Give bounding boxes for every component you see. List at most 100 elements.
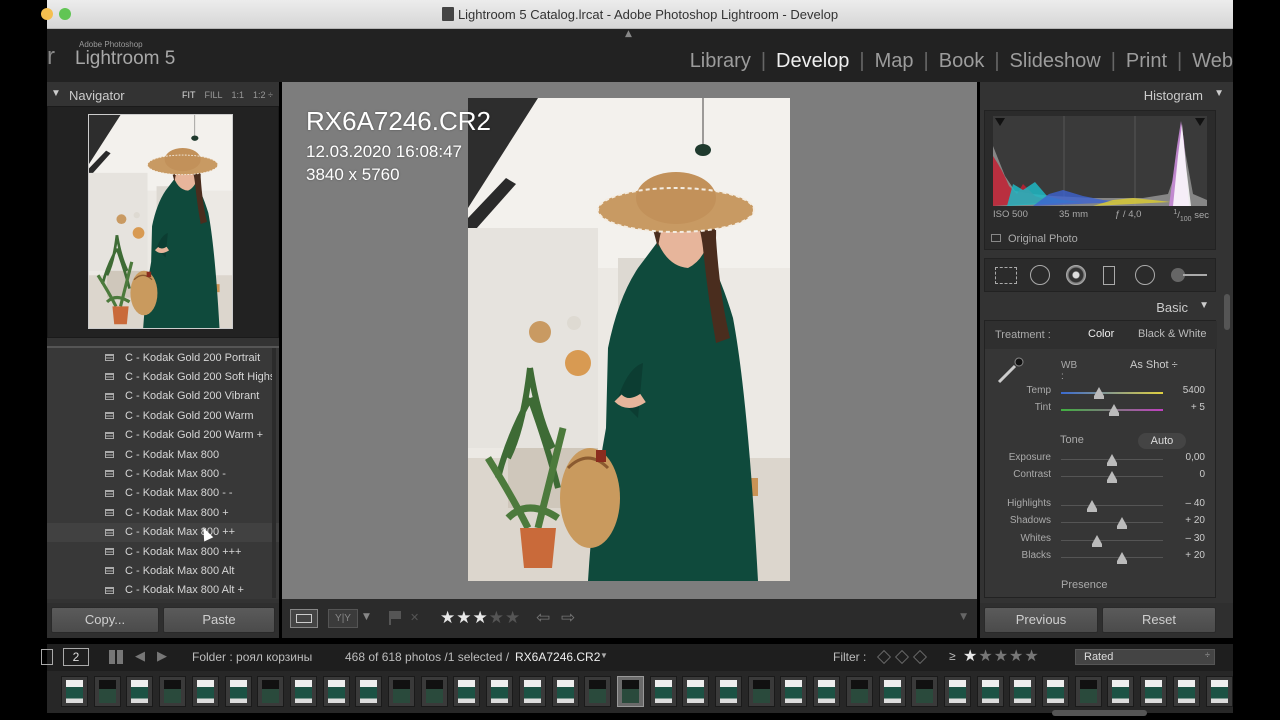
module-library[interactable]: Library <box>680 50 761 73</box>
preset-item[interactable]: C - Kodak Max 800 Alt + <box>47 581 279 599</box>
rating-filter-stars[interactable]: ★ ★ ★ ★ ★ <box>963 646 1039 666</box>
exposure-value[interactable]: 0,00 <box>1186 452 1205 463</box>
image-canvas[interactable]: RX6A7246.CR2 12.03.2020 16:08:47 3840 x … <box>282 82 977 599</box>
filmstrip-thumbnail[interactable] <box>1074 676 1102 707</box>
filmstrip-thumbnail[interactable] <box>388 676 415 707</box>
filmstrip-thumbnail[interactable] <box>943 676 971 707</box>
flag-pick-icon[interactable] <box>389 611 401 625</box>
filmstrip-thumbnail[interactable] <box>1172 676 1200 707</box>
rating-star-icon[interactable]: ★ <box>440 608 455 628</box>
filmstrip-thumbnail[interactable] <box>1009 676 1037 707</box>
wb-preset-select[interactable]: As Shot ÷ <box>1130 359 1210 371</box>
filmstrip-thumbnail[interactable] <box>649 676 677 707</box>
disclosure-triangle-icon[interactable]: ▼ <box>1199 300 1209 311</box>
primary-display-button[interactable] <box>41 649 53 665</box>
filmstrip-thumbnail[interactable] <box>584 676 612 707</box>
filter-star-icon[interactable]: ★ <box>1024 646 1038 666</box>
flag-filter-unflagged-icon[interactable] <box>894 649 910 665</box>
zoom-1-1[interactable]: 1:1 <box>232 90 245 100</box>
shadows-slider-thumb[interactable] <box>1117 517 1128 529</box>
rating-star-icon[interactable]: ★ <box>489 608 504 628</box>
filmstrip-thumbnail[interactable] <box>61 676 88 707</box>
filmstrip-thumbnail[interactable] <box>453 676 481 707</box>
filmstrip-thumbnail[interactable] <box>1140 676 1168 707</box>
filmstrip-thumbnail[interactable] <box>486 676 514 707</box>
blacks-value[interactable]: + 20 <box>1185 550 1205 561</box>
temp-slider[interactable] <box>1061 392 1163 394</box>
whites-value[interactable]: – 30 <box>1186 533 1205 544</box>
zoom-fill[interactable]: FILL <box>205 90 223 100</box>
exposure-slider-thumb[interactable] <box>1107 454 1117 466</box>
rating-star-icon[interactable]: ★ <box>473 608 488 628</box>
preset-item[interactable]: C - Kodak Gold 200 Vibrant <box>47 387 279 406</box>
module-web[interactable]: Web <box>1182 50 1233 73</box>
blacks-slider-thumb[interactable] <box>1117 552 1128 564</box>
zoom-1-2[interactable]: 1:2 ÷ <box>253 90 273 100</box>
flag-filter-pick-icon[interactable] <box>876 649 892 665</box>
blacks-slider[interactable] <box>1061 557 1163 558</box>
shadows-value[interactable]: + 20 <box>1185 515 1205 526</box>
navigator-thumbnail[interactable] <box>88 114 233 329</box>
radial-filter-icon[interactable] <box>1135 265 1155 285</box>
preset-scrollbar[interactable] <box>272 348 276 598</box>
rating-star-icon[interactable]: ★ <box>505 608 520 628</box>
original-photo-checkbox[interactable] <box>991 234 1001 242</box>
temp-slider-thumb[interactable] <box>1093 387 1104 399</box>
contrast-value[interactable]: 0 <box>1199 469 1205 480</box>
previous-button[interactable]: Previous <box>984 607 1098 633</box>
filmstrip-thumbnail[interactable] <box>1205 676 1233 707</box>
rated-select[interactable]: Rated ÷ <box>1075 649 1215 665</box>
filmstrip-thumbnail[interactable] <box>1107 676 1135 707</box>
rating-star-icon[interactable]: ★ <box>456 608 471 628</box>
preset-item[interactable]: C - Kodak Gold 200 Warm + <box>47 426 279 445</box>
preset-item[interactable]: C - Kodak Gold 200 Soft Highs <box>47 367 279 386</box>
disclosure-triangle-icon[interactable]: ▼ <box>51 88 61 99</box>
file-menu-icon[interactable]: ▼ <box>600 651 608 660</box>
main-photo[interactable] <box>468 98 790 581</box>
whites-slider-thumb[interactable] <box>1091 535 1102 547</box>
filmstrip-thumbnail[interactable] <box>682 676 710 707</box>
whites-slider[interactable] <box>1061 540 1163 541</box>
toolbar-menu-icon[interactable]: ▼ <box>960 612 967 622</box>
filmstrip-thumbnail[interactable] <box>518 676 546 707</box>
treatment-color-option[interactable]: Color <box>1088 328 1114 340</box>
module-map[interactable]: Map <box>865 50 924 73</box>
preset-item[interactable]: C - Kodak Max 800 + <box>47 503 279 522</box>
crop-overlay-icon[interactable] <box>995 267 1017 284</box>
navigator-header[interactable]: ▼ Navigator FIT FILL 1:1 1:2 ÷ <box>47 82 279 108</box>
filmstrip-thumbnail[interactable] <box>715 676 742 707</box>
paste-button[interactable]: Paste <box>163 607 275 633</box>
current-file-label[interactable]: RX6A7246.CR2 <box>515 650 600 664</box>
copy-button[interactable]: Copy... <box>51 607 159 633</box>
filmstrip-thumbnail[interactable] <box>551 676 579 707</box>
module-slideshow[interactable]: Slideshow <box>1000 50 1111 73</box>
filmstrip-thumbnail[interactable] <box>911 676 939 707</box>
filmstrip-thumbnail[interactable] <box>322 676 350 707</box>
reset-button[interactable]: Reset <box>1102 607 1216 633</box>
histogram-box[interactable]: ISO 500 35 mm ƒ / 4,0 1/100 sec Original… <box>984 110 1216 250</box>
highlights-slider-thumb[interactable] <box>1086 500 1097 512</box>
spot-removal-icon[interactable] <box>1030 265 1050 285</box>
filmstrip-thumbnail[interactable] <box>355 676 383 707</box>
filmstrip-thumbnail[interactable] <box>93 676 121 707</box>
preset-item[interactable]: C - Kodak Max 800 - <box>47 464 279 483</box>
filmstrip-scrollbar[interactable] <box>1052 710 1147 716</box>
module-book[interactable]: Book <box>929 50 995 73</box>
filmstrip-thumbnail[interactable] <box>224 676 252 707</box>
flag-filter-reject-icon[interactable] <box>912 649 928 665</box>
graduated-filter-icon[interactable] <box>1103 266 1115 285</box>
histogram-header[interactable]: Histogram ▼ <box>980 82 1233 108</box>
disclosure-triangle-icon[interactable]: ▼ <box>1214 88 1224 99</box>
filmstrip-thumbnail[interactable] <box>159 676 187 707</box>
forward-arrow-icon[interactable]: ▶ <box>157 648 167 664</box>
filter-star-icon[interactable]: ★ <box>994 646 1008 666</box>
preset-item[interactable]: C - Kodak Max 800 - - <box>47 484 279 503</box>
preset-item[interactable]: C - Kodak Max 800 <box>47 445 279 464</box>
filmstrip-thumbnail[interactable] <box>420 676 448 707</box>
collapse-top-panel-icon[interactable]: ▲ <box>625 29 632 39</box>
rating-comparison[interactable]: ≥ <box>949 649 956 663</box>
treatment-bw-option[interactable]: Black & White <box>1138 328 1206 340</box>
preset-item[interactable]: C - Kodak Gold 200 Portrait <box>47 348 279 367</box>
highlights-slider[interactable] <box>1061 505 1163 506</box>
grid-view-icon[interactable] <box>109 650 123 664</box>
